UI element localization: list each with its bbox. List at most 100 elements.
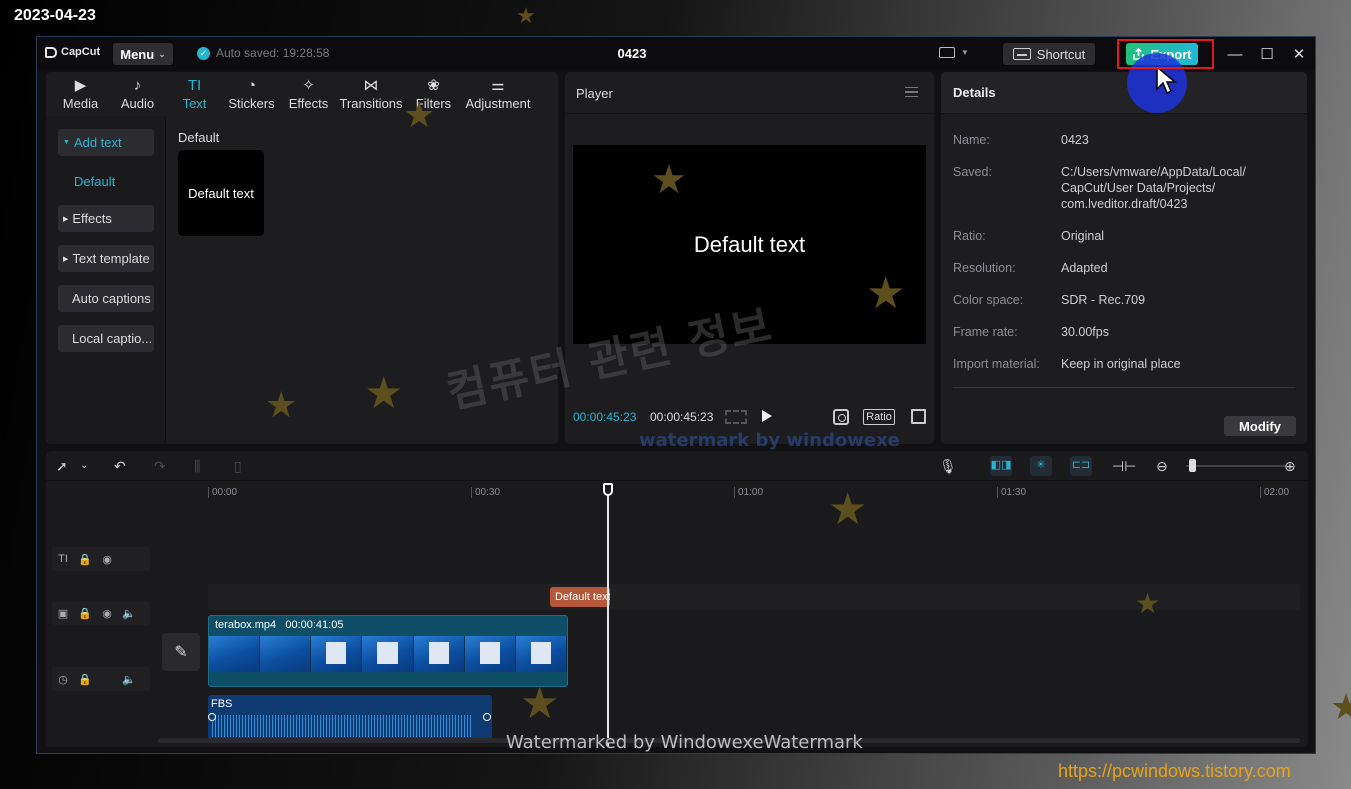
detail-value: Adapted [1061,261,1108,275]
effects-icon: ✧ [302,77,315,94]
stickers-icon: ◔ [246,77,257,94]
text-track-icon: TI [58,553,68,565]
tab-text[interactable]: TI Text [166,72,223,116]
tab-label: Media [62,96,99,111]
tab-audio[interactable]: ♪ Audio [109,72,166,116]
shortcut-button[interactable]: Shortcut [1003,43,1095,65]
sidebar-item-label: Effects [72,211,112,226]
chevron-down-icon: ⌄ [158,48,166,59]
text-track-header: TI 🔒 ◉ [52,547,150,571]
fullscreen-icon[interactable] [911,409,926,424]
tab-filters[interactable]: ❀ Filters [405,72,462,116]
media-tab-bar: ▶ Media ♪ Audio TI Text ◔ Stickers ✧ Eff… [46,72,558,116]
close-button[interactable]: ✕ [1286,43,1312,65]
redo-icon[interactable]: ↷ [154,457,166,475]
sidebar-item-local-captions[interactable]: Local captio... [58,325,154,352]
default-text-card[interactable]: Default text [178,150,264,236]
sidebar-item-add-text[interactable]: ▼ Add text [58,129,154,156]
grid-icon[interactable] [725,410,747,424]
eye-icon[interactable]: ◉ [100,607,114,620]
site-url: https://pcwindows.tistory.com [1058,761,1291,781]
lock-icon[interactable]: 🔒 [78,553,92,566]
audio-clip[interactable]: FBS [208,695,492,741]
ratio-button[interactable]: Ratio [863,409,895,425]
shortcut-label: Shortcut [1036,46,1086,62]
sidebar-item-label: Local captio... [72,331,153,346]
play-button[interactable] [762,410,772,422]
magnet-link-icon[interactable]: ◧◨ [990,456,1012,476]
video-track-icon: ▣ [57,607,69,620]
playhead-handle[interactable] [603,483,613,496]
text-track-lane [208,584,1300,610]
tab-effects[interactable]: ✧ Effects [280,72,337,116]
auto-snap-icon[interactable]: ✳ [1030,456,1052,476]
microphone-icon[interactable]: 🎙 [939,457,957,475]
player-title: Player [576,86,613,101]
details-header: Details [941,72,1307,114]
detail-label: Ratio: [953,229,986,243]
tab-label: Transitions [339,96,403,111]
playhead[interactable] [607,485,609,747]
chevron-down-icon[interactable]: ⌄ [80,457,88,475]
tab-adjustment[interactable]: ⚌ Adjustment [462,72,534,116]
autosave-status: ✓ Auto saved: 19:28:58 [197,46,329,60]
speaker-icon[interactable]: 🔈 [122,607,136,620]
lock-icon[interactable]: 🔒 [78,673,92,686]
detail-label: Frame rate: [953,325,1018,339]
menu-button[interactable]: Menu ⌄ [113,43,173,65]
app-logo: CapCut [45,46,100,58]
zoom-slider-handle[interactable] [1189,459,1196,472]
link-clips-icon[interactable]: ⊏⊐ [1070,456,1092,476]
eye-icon[interactable]: ◉ [100,553,114,566]
section-label: Default [178,130,220,145]
filters-icon: ❀ [427,77,440,94]
hamburger-menu-icon[interactable] [905,87,918,97]
ruler-tick: 00:00 [208,487,237,498]
fade-in-handle[interactable] [208,713,216,721]
tab-transitions[interactable]: ⋈ Transitions [337,72,405,116]
minimize-button[interactable]: — [1222,43,1248,65]
detail-label: Color space: [953,293,1024,307]
media-icon: ▶ [74,77,87,94]
modify-button[interactable]: Modify [1224,416,1296,436]
sidebar-item-effects[interactable]: ▶ Effects [58,205,154,232]
video-preview[interactable]: Default text [573,145,926,344]
detail-label: Saved: [953,165,992,179]
sidebar-item-default[interactable]: Default [74,174,115,189]
video-thumbnails [209,636,567,672]
menu-label: Menu [120,46,155,62]
fade-out-handle[interactable] [483,713,491,721]
undo-icon[interactable]: ↶ [114,457,126,475]
tab-label: Audio [120,96,155,111]
speaker-icon[interactable]: 🔈 [122,673,136,686]
tab-stickers[interactable]: ◔ Stickers [223,72,280,116]
text-clip[interactable]: Default text [550,587,610,607]
project-title: 0423 [617,46,647,61]
select-cursor-icon[interactable]: ➚ [56,457,68,475]
timeline-scrollbar[interactable] [158,738,1300,743]
video-thumbnail [362,636,414,672]
delete-icon[interactable]: ▯ [234,457,242,475]
timeline-panel: ➚ ⌄ ↶ ↷ ⫼ ▯ 🎙 ◧◨ ✳ ⊏⊐ ⊣⊢ ⊖ ⊕ 00:00 00:30… [46,451,1308,747]
maximize-button[interactable]: ☐ [1254,43,1280,65]
tab-media[interactable]: ▶ Media [52,72,109,116]
layout-switch-button[interactable]: ▼ [939,47,969,58]
sidebar-item-auto-captions[interactable]: Auto captions [58,285,154,312]
focus-icon[interactable] [833,409,849,425]
split-icon[interactable]: ⫼ [194,457,200,475]
zoom-slider[interactable] [1186,465,1286,467]
detail-value: C:/Users/vmware/AppData/Local/ CapCut/Us… [1061,165,1246,211]
sidebar-item-label: Add text [73,135,122,150]
split-preview-icon[interactable]: ⊣⊢ [1112,457,1136,475]
zoom-in-icon[interactable]: ⊕ [1284,457,1296,475]
video-clip[interactable]: terabox.mp4 00:00:41:05 [208,615,568,687]
sidebar-item-text-template[interactable]: ▶ Text template [58,245,154,272]
lock-icon[interactable]: 🔒 [78,607,92,620]
current-time: 00:00:45:23 [573,410,637,424]
transitions-icon: ⋈ [363,77,379,94]
zoom-out-icon[interactable]: ⊖ [1156,457,1168,475]
time-ruler[interactable]: 00:00 00:30 01:00 01:30 02:00 [158,481,1308,503]
details-panel: Details Name: 0423 Saved: C:/Users/vmwar… [941,72,1307,444]
edit-cover-button[interactable]: ✎ [162,633,200,671]
star-icon: ★ [516,4,536,29]
